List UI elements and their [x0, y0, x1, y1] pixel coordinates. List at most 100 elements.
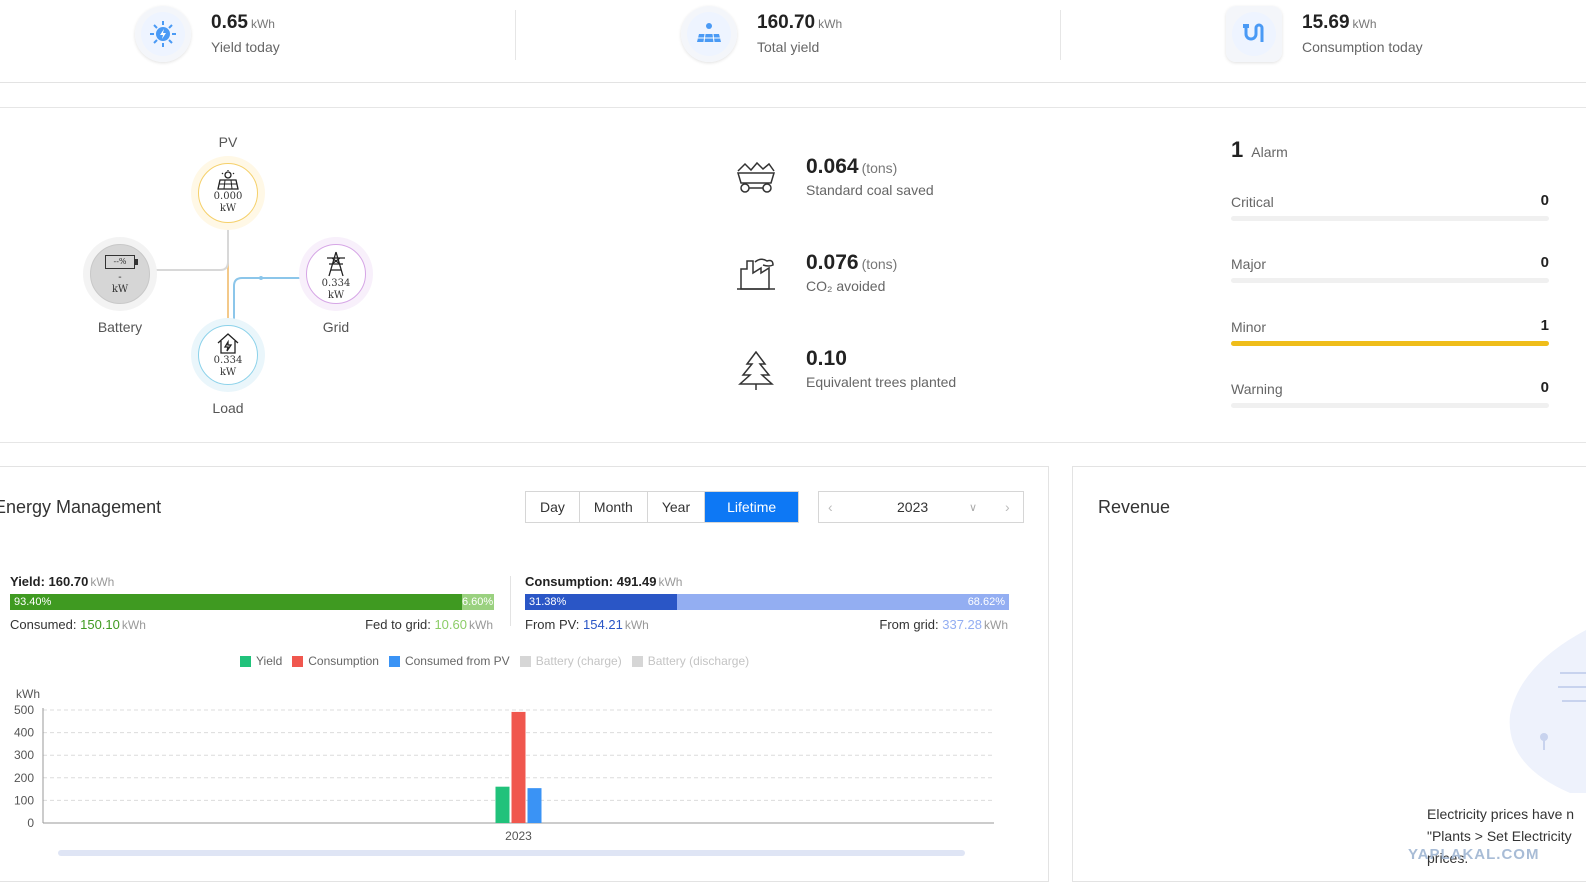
alarm-bar	[1231, 341, 1549, 346]
y-tick-label: 300	[14, 748, 34, 762]
tab-lifetime[interactable]: Lifetime	[705, 492, 799, 522]
alarm-bar	[1231, 216, 1549, 221]
date-value: 2023	[897, 499, 929, 515]
consumption-summary-title: Consumption: 491.49 kWh	[525, 574, 683, 589]
pv-node[interactable]: 0.000 kW	[191, 156, 265, 230]
y-tick-label: 0	[27, 816, 34, 830]
trees-planted-item: 0.10 Equivalent trees planted	[735, 347, 1035, 407]
alarm-bar	[1231, 278, 1549, 283]
alarm-row-major[interactable]: Major 0	[1231, 254, 1549, 290]
legend-yield[interactable]: Yield	[240, 654, 282, 668]
tab-month[interactable]: Month	[580, 492, 648, 522]
alarm-count: 0	[1540, 254, 1549, 271]
load-power-value: 0.334	[213, 355, 243, 366]
co2-avoided-item: 0.076 (tons) CO₂ avoided	[735, 251, 1035, 311]
alarm-count: 1	[1540, 317, 1549, 334]
consumption-today-stat: 15.69 kWh Consumption today	[1226, 0, 1526, 70]
tab-year[interactable]: Year	[648, 492, 706, 522]
alarm-name: Warning	[1231, 381, 1283, 397]
battery-power-unit: kW	[111, 284, 129, 295]
y-tick-label: 400	[14, 726, 34, 740]
energy-bar-chart: kWh 0 100 200 300 400 500 2023	[14, 687, 994, 856]
alarm-row-minor[interactable]: Minor 1	[1231, 317, 1549, 353]
legend-consumption[interactable]: Consumption	[292, 654, 379, 668]
alarm-row-critical[interactable]: Critical 0	[1231, 192, 1549, 228]
load-label: Load	[212, 400, 244, 416]
y-axis-label: kWh	[16, 687, 40, 701]
coal-saved-label: Standard coal saved	[806, 182, 934, 198]
period-tabs: Day Month Year Lifetime	[525, 491, 800, 523]
chevron-left-icon[interactable]: ‹	[828, 499, 833, 515]
grid-label: Grid	[322, 319, 350, 335]
power-tower-icon	[327, 251, 345, 277]
from-grid-share: 68.62%	[677, 594, 1009, 610]
divider	[510, 576, 511, 626]
legend-battery-charge[interactable]: Battery (charge)	[519, 654, 622, 668]
bar-consumption[interactable]	[511, 711, 526, 823]
alarm-count: 0	[1540, 192, 1549, 209]
alarm-bar	[1231, 403, 1549, 408]
pv-power-value: 0.000	[213, 191, 243, 202]
energy-management-title: Energy Management	[0, 497, 162, 517]
bar-yield[interactable]	[495, 786, 510, 823]
coal-saved-value: 0.064 (tons)	[806, 155, 898, 178]
alarm-name: Minor	[1231, 319, 1267, 335]
grid-power-value: 0.334	[321, 278, 351, 289]
alarm-header: 1 Alarm	[1231, 137, 1288, 162]
coal-saved-item: 0.064 (tons) Standard coal saved	[735, 155, 1035, 215]
solar-panel-icon	[217, 170, 239, 190]
legend-consumed-from-pv[interactable]: Consumed from PV	[388, 654, 510, 668]
yield-summary-title: Yield: 160.70 kWh	[10, 574, 115, 589]
alarm-name: Major	[1231, 256, 1267, 272]
load-power-unit: kW	[219, 367, 237, 378]
y-tick-label: 500	[14, 703, 34, 717]
chart-scrollbar[interactable]	[58, 850, 965, 856]
date-picker[interactable]: ‹ 2023 ∨ ›	[818, 491, 1024, 523]
battery-icon: --%	[105, 255, 138, 269]
chevron-down-icon[interactable]: ∨	[969, 501, 977, 514]
grid-node[interactable]: 0.334 kW	[299, 237, 373, 311]
fed-to-grid-value: Fed to grid: 10.60 kWh	[365, 617, 493, 632]
bar-consumed-from-pv[interactable]	[527, 788, 542, 823]
coal-cart-icon	[736, 161, 776, 193]
battery-label: Battery	[97, 319, 143, 335]
watermark: YAPLAKAL.COM	[1408, 846, 1540, 863]
tree-icon	[738, 351, 774, 390]
alarm-name: Critical	[1231, 194, 1274, 210]
y-tick-label: 200	[14, 771, 34, 785]
from-pv-share: 31.38%	[525, 594, 677, 610]
pv-power-unit: kW	[219, 203, 237, 214]
co2-avoided-value: 0.076 (tons)	[806, 251, 898, 274]
solar-panel-icon	[681, 6, 737, 62]
chart-legend: Yield Consumption Consumed from PV Batte…	[240, 654, 749, 668]
x-tick-label: 2023	[505, 829, 532, 843]
consumed-value: Consumed: 150.10 kWh	[10, 617, 146, 632]
consumption-split-bar: 31.38% 68.62%	[525, 594, 1009, 610]
y-tick-label: 100	[14, 793, 34, 807]
chevron-right-icon[interactable]: ›	[1005, 499, 1010, 515]
legend-battery-discharge[interactable]: Battery (discharge)	[631, 654, 749, 668]
load-node[interactable]: 0.334 kW	[191, 318, 265, 392]
consumption-today-value: 15.69 kWh	[1302, 12, 1377, 33]
trees-planted-label: Equivalent trees planted	[806, 374, 957, 390]
trees-planted-value: 0.10	[806, 347, 847, 370]
house-icon	[217, 333, 239, 354]
battery-node[interactable]: --% - kW	[83, 237, 157, 311]
divider	[515, 10, 516, 60]
from-pv-value: From PV: 154.21 kWh	[525, 617, 649, 632]
total-yield-value: 160.70 kWh	[757, 12, 843, 33]
consumption-today-label: Consumption today	[1302, 39, 1423, 55]
empty-state-illustration-icon	[1509, 630, 1586, 793]
grid-power-unit: kW	[327, 290, 345, 301]
alarm-count: 0	[1540, 379, 1549, 396]
fed-share: 6.60%	[462, 594, 494, 610]
tab-day[interactable]: Day	[526, 492, 580, 522]
from-grid-value: From grid: 337.28 kWh	[879, 617, 1008, 632]
total-yield-label: Total yield	[757, 39, 820, 55]
yield-split-bar: 93.40% 6.60%	[10, 594, 494, 610]
plug-icon	[1226, 6, 1282, 62]
total-yield-stat: 160.70 kWh Total yield	[681, 0, 981, 70]
battery-power-value: -	[118, 272, 122, 283]
alarm-row-warning[interactable]: Warning 0	[1231, 379, 1549, 415]
alarm-summary[interactable]: 1 Alarm Critical 0 Major 0 Minor 1 Warnin…	[1231, 137, 1549, 408]
